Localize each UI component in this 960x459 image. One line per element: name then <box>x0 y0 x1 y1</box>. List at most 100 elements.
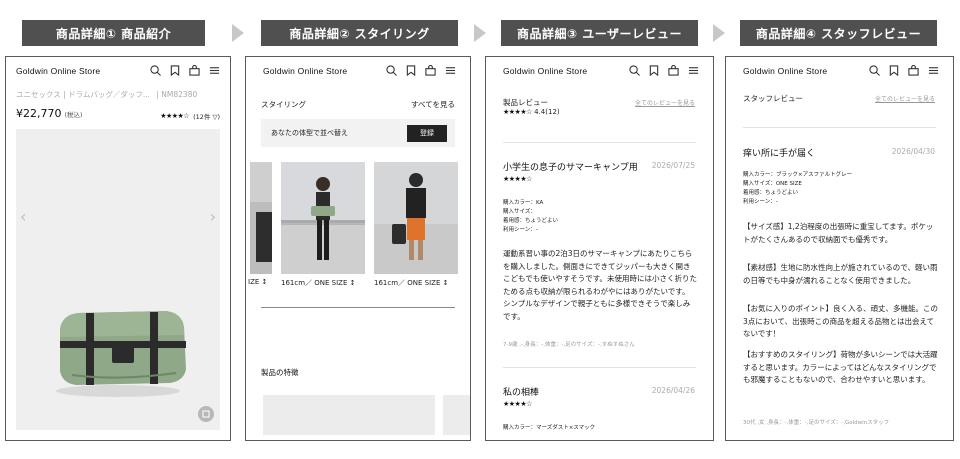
meta-scene: 利用シーン：- <box>503 227 538 233</box>
feature-card-1[interactable] <box>263 395 435 435</box>
overall-score: 4.4(12) <box>534 108 560 116</box>
header-icons <box>629 65 699 76</box>
register-button[interactable]: 登録 <box>407 125 447 142</box>
meta-size: 購入サイズ： <box>503 209 536 215</box>
product-category: ユニセックス | ドラムバッグ／ダッフ... <box>16 90 150 99</box>
styling-caption-3: 161cm／ ONE SIZE ↕ <box>374 279 449 287</box>
bookmark-icon[interactable] <box>649 65 659 76</box>
review-paragraph-styling: 【おすすめのスタイリング】荷物が多いシーンでは大活躍すると思います。カラーによっ… <box>743 350 938 384</box>
prev-image-chevron-icon[interactable]: ‹ <box>20 207 26 226</box>
cart-icon[interactable] <box>425 65 436 76</box>
header-icons <box>869 65 939 76</box>
review-paragraph-size: 【サイズ感】1,2泊程度の出張時に重宝してます。ポケットがたくさんあるので収納面… <box>743 222 934 244</box>
overall-stars: ★★★★☆ <box>503 108 532 116</box>
brand-logo[interactable]: Goldwin Online Store <box>263 66 347 76</box>
cart-icon[interactable] <box>668 65 679 76</box>
flow-arrow-3 <box>713 24 725 42</box>
cart-icon[interactable] <box>189 65 200 76</box>
divider <box>503 367 696 368</box>
search-icon[interactable] <box>869 65 880 76</box>
menu-icon[interactable] <box>928 65 939 76</box>
brand-logo[interactable]: Goldwin Online Store <box>16 66 100 76</box>
review-paragraph-favorite: 【お気に入りのポイント】良く入る、頑丈、多機能。この3点において、出張時この商品… <box>743 304 938 338</box>
top-bar: Goldwin Online Store <box>726 57 953 87</box>
section-header-1: 商品詳細① 商品紹介 <box>22 20 205 46</box>
price-value: ¥22,770 <box>16 107 62 120</box>
bookmark-icon[interactable] <box>889 65 899 76</box>
panel-styling: Goldwin Online Store スタイリング すべてを見る あなたの体… <box>245 56 471 441</box>
review-footer: 30代 ,女 ,身長：-,体重：-,足のサイズ：-,Goldwinスタッフ <box>743 420 890 426</box>
review-date: 2026/04/26 <box>651 386 695 395</box>
meta-fit: 着用感：ちょうどよい <box>743 190 799 196</box>
product-image[interactable] <box>16 129 220 430</box>
all-reviews-link[interactable]: 全てのレビューを見る <box>635 98 695 107</box>
review-stars: ★★★★☆ <box>503 400 532 408</box>
styling-photo-3[interactable] <box>374 162 458 274</box>
styling-photo-1[interactable] <box>250 162 272 274</box>
styling-title: スタイリング <box>261 100 306 109</box>
section-header-2: 商品詳細② スタイリング <box>261 20 458 46</box>
product-subtitle: ユニセックス | ドラムバッグ／ダッフ... | NM82380 <box>16 89 197 100</box>
body-type-sort-text: あなたの体型で並べ替え <box>271 129 348 137</box>
bookmark-icon[interactable] <box>406 65 416 76</box>
duffel-bag-image <box>56 311 186 397</box>
review-stars: ★★★★☆ <box>503 175 532 183</box>
review-footer: 7-9歳 ,-,身長：-,体重：-,足のサイズ：-,すぬすぬさん <box>503 342 635 348</box>
section-header-4: 商品詳細④ スタッフレビュー <box>740 20 937 46</box>
divider <box>503 142 696 143</box>
all-reviews-link[interactable]: 全てのレビューを見る <box>875 94 935 103</box>
product-rating[interactable]: ★★★★☆ (12件 ▽) <box>160 111 220 121</box>
review-title: 私の相棒 <box>503 388 540 398</box>
meta-fit: 着用感：ちょうどよい <box>503 218 559 224</box>
review-count[interactable]: (12件 ▽) <box>193 111 220 121</box>
meta-scene: 利用シーン：- <box>743 199 778 205</box>
flow-arrow-2 <box>474 24 486 42</box>
review-date: 2026/04/30 <box>891 147 935 156</box>
top-bar: Goldwin Online Store <box>486 57 713 87</box>
review-title: 小学生の息子のサマーキャンプ用 <box>503 163 638 173</box>
brand-logo[interactable]: Goldwin Online Store <box>743 66 827 76</box>
review-title: 痒い所に手が届く <box>743 149 816 159</box>
review-date: 2026/07/25 <box>651 161 695 170</box>
zoom-icon[interactable] <box>198 406 214 422</box>
styling-caption-2: 161cm／ ONE SIZE ↕ <box>281 279 356 287</box>
cart-icon[interactable] <box>908 65 919 76</box>
brand-logo[interactable]: Goldwin Online Store <box>503 66 587 76</box>
section-header-3: 商品詳細③ ユーザーレビュー <box>501 20 698 46</box>
bookmark-icon[interactable] <box>170 65 180 76</box>
header-icons <box>150 65 220 76</box>
review-meta: 購入カラー：ブラック×アスファルトグレー 購入サイズ：ONE SIZE 着用感：… <box>743 171 852 207</box>
styling-caption-1: IZE ↕ <box>248 278 268 286</box>
search-icon[interactable] <box>150 65 161 76</box>
overall-rating: ★★★★☆ 4.4(12) <box>503 108 560 116</box>
top-bar: Goldwin Online Store <box>246 57 470 87</box>
rating-stars: ★★★★☆ <box>160 112 190 120</box>
styling-header: スタイリング すべてを見る <box>261 99 455 110</box>
review-meta: 購入カラー：マーズダスト×スマック <box>503 425 596 431</box>
see-all-link[interactable]: すべてを見る <box>411 99 455 110</box>
menu-icon[interactable] <box>445 65 456 76</box>
divider <box>743 127 936 128</box>
styling-photo-2[interactable] <box>281 162 365 274</box>
search-icon[interactable] <box>386 65 397 76</box>
top-bar: Goldwin Online Store <box>6 57 230 87</box>
product-price: ¥22,770 (税込) <box>16 107 83 120</box>
features-title: 製品の特徴 <box>261 368 299 377</box>
menu-icon[interactable] <box>688 65 699 76</box>
meta-size: 購入サイズ：ONE SIZE <box>743 181 802 187</box>
menu-icon[interactable] <box>209 65 220 76</box>
product-review-title: 製品レビュー <box>503 98 548 107</box>
product-code: | NM82380 <box>156 90 198 99</box>
feature-card-2[interactable] <box>443 395 470 435</box>
panel-user-reviews: Goldwin Online Store 製品レビュー 全てのレビューを見る ★… <box>485 56 714 441</box>
next-image-chevron-icon[interactable]: › <box>210 207 216 226</box>
header-icons <box>386 65 456 76</box>
staff-review-title: スタッフレビュー <box>743 94 803 103</box>
flow-arrow-1 <box>232 24 244 42</box>
panel-staff-reviews: Goldwin Online Store スタッフレビュー 全てのレビューを見る… <box>725 56 954 441</box>
review-body: 運動系習い事の2泊3日のサマーキャンプにあたりこちらを購入しました。側面きにでき… <box>503 249 697 321</box>
search-icon[interactable] <box>629 65 640 76</box>
review-meta: 購入カラー：KA 購入サイズ： 着用感：ちょうどよい 利用シーン：- <box>503 199 558 235</box>
meta-color: 購入カラー：KA <box>503 200 544 206</box>
panel-product-intro: Goldwin Online Store ユニセックス | ドラムバッグ／ダッフ… <box>5 56 231 441</box>
